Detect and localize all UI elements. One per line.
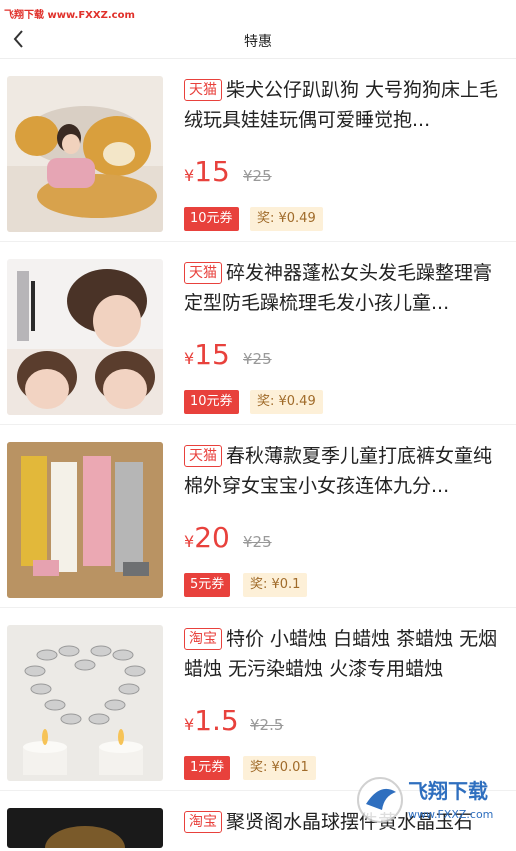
currency-symbol: ¥ — [184, 349, 195, 368]
product-title-text: 春秋薄款夏季儿童打底裤女童纯棉外穿女宝宝小女孩连体九分... — [184, 445, 493, 497]
reward-badge: 奖: ¥0.01 — [243, 756, 316, 780]
source-badge: 淘宝 — [184, 811, 222, 833]
product-title-text: 碎发神器蓬松女头发毛躁整理膏定型防毛躁梳理毛发小孩儿童... — [184, 262, 493, 314]
product-title: 天猫 春秋薄款夏季儿童打底裤女童纯棉外穿女宝宝小女孩连体九分... — [184, 441, 504, 501]
coupon-badge[interactable]: 1元券 — [184, 756, 231, 780]
original-price: ¥2.5 — [250, 716, 284, 734]
source-badge: 淘宝 — [184, 628, 222, 650]
source-badge: 天猫 — [184, 79, 222, 101]
reward-badge: 奖: ¥0.49 — [250, 390, 323, 414]
product-item[interactable]: 天猫 柴犬公仔趴趴狗 大号狗狗床上毛绒玩具娃娃玩偶可爱睡觉抱... ¥15 ¥25… — [0, 59, 516, 242]
product-price: ¥1.5 — [184, 704, 239, 737]
product-image-candles — [7, 625, 163, 781]
product-title: 淘宝 特价 小蜡烛 白蜡烛 茶蜡烛 无烟蜡烛 无污染蜡烛 火漆专用蜡烛 — [184, 624, 504, 684]
reward-badge: 奖: ¥0.49 — [250, 207, 323, 231]
product-title-text: 特价 小蜡烛 白蜡烛 茶蜡烛 无烟蜡烛 无污染蜡烛 火漆专用蜡烛 — [184, 628, 498, 680]
currency-symbol: ¥ — [184, 166, 195, 185]
watermark-brand: 飞翔下载 — [408, 779, 488, 803]
watermark-text: 飞翔下载 www.FXXZ.com — [4, 10, 135, 21]
currency-symbol: ¥ — [184, 715, 195, 734]
page-title: 特惠 — [244, 34, 272, 50]
price-value: 20 — [194, 521, 230, 554]
currency-symbol: ¥ — [184, 532, 195, 551]
product-item[interactable]: 天猫 春秋薄款夏季儿童打底裤女童纯棉外穿女宝宝小女孩连体九分... ¥20 ¥25… — [0, 425, 516, 608]
coupon-badge[interactable]: 10元券 — [184, 390, 239, 414]
product-image-crystal-ball — [7, 808, 163, 848]
original-price: ¥25 — [243, 167, 272, 185]
product-item[interactable]: 淘宝 特价 小蜡烛 白蜡烛 茶蜡烛 无烟蜡烛 无污染蜡烛 火漆专用蜡烛 ¥1.5 … — [0, 608, 516, 791]
original-price: ¥25 — [243, 533, 272, 551]
reward-badge: 奖: ¥0.1 — [243, 573, 308, 597]
price-value: 15 — [194, 155, 230, 188]
product-price: ¥15 — [184, 155, 230, 188]
price-value: 1.5 — [194, 704, 239, 737]
source-badge: 天猫 — [184, 262, 222, 284]
product-image-hair-gel — [7, 259, 163, 415]
price-value: 15 — [194, 338, 230, 371]
original-price: ¥25 — [243, 350, 272, 368]
product-image-shiba-plush — [7, 76, 163, 232]
source-badge: 天猫 — [184, 445, 222, 467]
product-title: 天猫 柴犬公仔趴趴狗 大号狗狗床上毛绒玩具娃娃玩偶可爱睡觉抱... — [184, 75, 504, 135]
coupon-badge[interactable]: 10元券 — [184, 207, 239, 231]
top-bar: 飞翔下载 www.FXXZ.com 特惠 — [0, 0, 516, 59]
product-price: ¥20 — [184, 521, 230, 554]
product-list: 天猫 柴犬公仔趴趴狗 大号狗狗床上毛绒玩具娃娃玩偶可爱睡觉抱... ¥15 ¥25… — [0, 59, 516, 851]
product-image-leggings — [7, 442, 163, 598]
coupon-badge[interactable]: 5元券 — [184, 573, 231, 597]
product-price: ¥15 — [184, 338, 230, 371]
product-title-text: 柴犬公仔趴趴狗 大号狗狗床上毛绒玩具娃娃玩偶可爱睡觉抱... — [184, 79, 499, 131]
watermark-site: www.FXXZ.com — [408, 808, 493, 821]
product-item[interactable]: 天猫 碎发神器蓬松女头发毛躁整理膏定型防毛躁梳理毛发小孩儿童... ¥15 ¥25… — [0, 242, 516, 425]
site-watermark-logo: 飞翔下载 www.FXXZ.com — [352, 770, 516, 826]
product-title: 天猫 碎发神器蓬松女头发毛躁整理膏定型防毛躁梳理毛发小孩儿童... — [184, 258, 504, 318]
